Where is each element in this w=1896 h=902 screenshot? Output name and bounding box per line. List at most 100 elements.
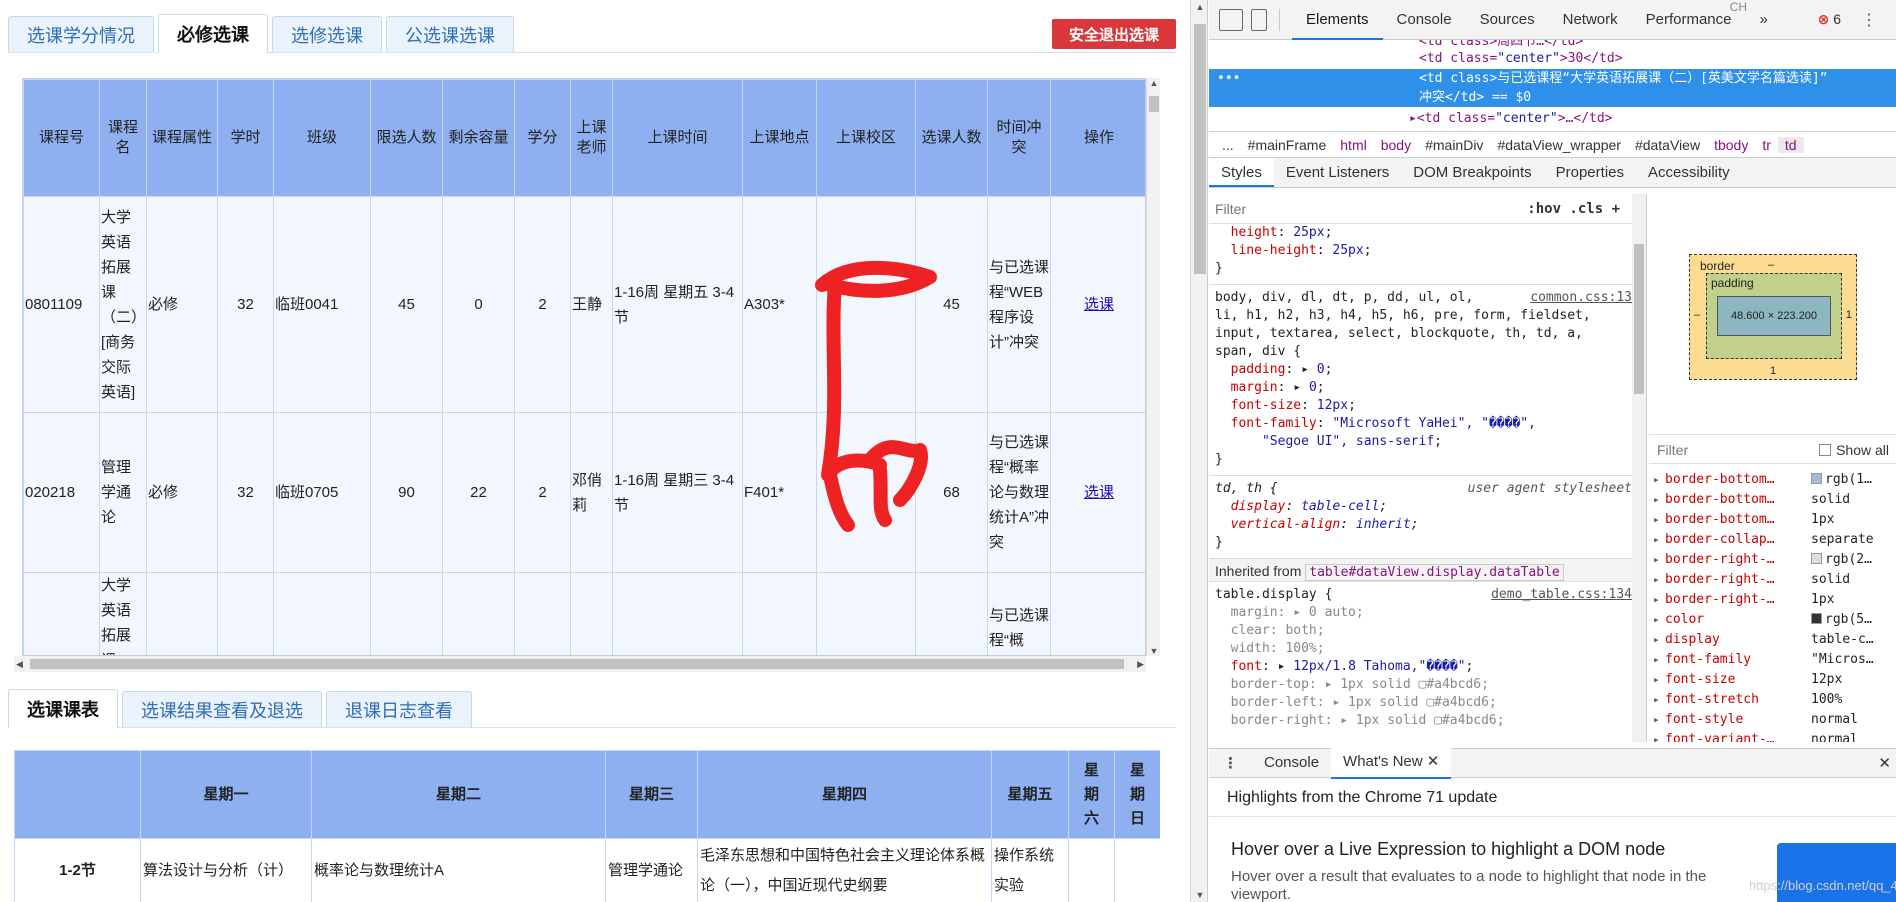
close-drawer-icon[interactable]: ✕ [1878, 754, 1891, 772]
tab-dom-breakpoints[interactable]: DOM Breakpoints [1401, 158, 1543, 187]
content-box[interactable]: 48.600 × 223.200 [1717, 296, 1831, 336]
color-swatch-icon[interactable] [1811, 473, 1822, 484]
tab-event-listeners[interactable]: Event Listeners [1274, 158, 1401, 187]
color-swatch-icon[interactable] [1811, 553, 1822, 564]
computed-property-row[interactable]: border-right-… rgb(2… [1649, 550, 1896, 570]
th-remaining[interactable]: 剩余容量 [442, 79, 515, 197]
breadcrumb-item[interactable]: #dataView_wrapper [1490, 137, 1628, 153]
breadcrumb-item[interactable]: #mainDiv [1418, 137, 1490, 153]
computed-property-row[interactable]: font-variant-… normal [1649, 730, 1896, 742]
hov-cls-buttons[interactable]: :hov .cls + [1527, 201, 1620, 217]
drawer-tab-whats-new[interactable]: What's New ✕ [1331, 747, 1452, 779]
select-course-link[interactable]: 选课 [1084, 484, 1114, 501]
th-limit[interactable]: 限选人数 [370, 79, 443, 197]
computed-property-row[interactable]: font-family "Micros… [1649, 650, 1896, 670]
tab-network[interactable]: Network [1549, 0, 1632, 40]
th-conflict[interactable]: 时间冲突 [987, 79, 1051, 197]
tab-accessibility[interactable]: Accessibility [1636, 158, 1742, 187]
breadcrumb-item[interactable]: tbody [1707, 137, 1755, 153]
scroll-up-arrow-icon[interactable]: ▲ [1147, 78, 1161, 88]
tab-public-courses[interactable]: 公选课选课 [386, 16, 514, 52]
computed-property-row[interactable]: font-style normal [1649, 710, 1896, 730]
tab-required-courses[interactable]: 必修选课 [158, 14, 268, 53]
devtools-menu-icon[interactable]: ⋮ [1861, 10, 1877, 30]
computed-property-row[interactable]: border-collap… separate [1649, 530, 1896, 550]
styles-filter-input[interactable]: Filter :hov .cls + [1209, 194, 1646, 224]
table-vertical-scrollbar[interactable]: ▲ ▼ [1146, 78, 1160, 656]
drawer-menu-icon[interactable]: ⋮ [1209, 754, 1252, 772]
th-course-no[interactable]: 课程号 [23, 79, 100, 197]
computed-property-row[interactable]: border-bottom… rgb(1… [1649, 470, 1896, 490]
scroll-thumb[interactable] [1149, 96, 1159, 112]
close-icon[interactable]: ✕ [1427, 753, 1440, 770]
dom-node-line[interactable]: <td class="center">30</td> [1209, 49, 1896, 68]
th-course-name[interactable]: 课程名 [99, 79, 147, 197]
breadcrumb-item[interactable]: body [1374, 137, 1418, 153]
computed-filter-input[interactable]: Filter Show all [1649, 434, 1896, 464]
computed-property-row[interactable]: border-bottom… solid [1649, 490, 1896, 510]
show-all-checkbox[interactable]: Show all [1819, 435, 1889, 465]
inspect-element-icon[interactable] [1219, 8, 1243, 31]
breadcrumb-item[interactable]: #dataView [1628, 137, 1707, 153]
th-action[interactable]: 操作 [1050, 79, 1145, 197]
th-time[interactable]: 上课时间 [612, 79, 743, 197]
inherited-selector[interactable]: table#dataView.display.dataTable [1305, 564, 1564, 581]
scroll-thumb[interactable] [1194, 24, 1206, 274]
th-enrolled[interactable]: 选课人数 [915, 79, 988, 197]
selected-dom-node[interactable]: ••• <td class>与已选课程“大学英语拓展课（二）[英美文学名篇选读]… [1209, 69, 1896, 107]
th-place[interactable]: 上课地点 [742, 79, 817, 197]
breadcrumb-item[interactable]: html [1333, 137, 1373, 153]
breadcrumb-item[interactable]: td [1777, 136, 1804, 153]
computed-property-row[interactable]: border-right-… solid [1649, 570, 1896, 590]
tab-properties[interactable]: Properties [1544, 158, 1636, 187]
node-menu-dots[interactable]: ••• [1217, 69, 1240, 88]
th-hours[interactable]: 学时 [217, 79, 274, 197]
color-swatch-icon[interactable] [1811, 613, 1822, 624]
scroll-thumb[interactable] [1634, 244, 1644, 394]
stylesheet-link[interactable]: common.css:13 [1530, 289, 1646, 307]
scroll-down-arrow-icon[interactable]: ▼ [1147, 646, 1161, 656]
page-vertical-scrollbar[interactable]: ▲ ▼ [1190, 0, 1208, 902]
th-credit[interactable]: 学分 [514, 79, 571, 197]
stylesheet-link[interactable]: demo_table.css:134 [1491, 586, 1646, 604]
styles-scrollbar[interactable] [1632, 194, 1646, 742]
breadcrumb-item[interactable]: tr [1755, 137, 1778, 153]
tab-results-and-drop[interactable]: 选课结果查看及退选 [122, 691, 322, 727]
device-toolbar-icon[interactable] [1251, 8, 1267, 31]
computed-property-row[interactable]: font-stretch 100% [1649, 690, 1896, 710]
tab-sources[interactable]: Sources [1466, 0, 1549, 40]
drawer-tab-console[interactable]: Console [1252, 748, 1331, 778]
tab-styles[interactable]: Styles [1209, 158, 1274, 187]
tab-elements[interactable]: Elements [1292, 0, 1383, 40]
error-counter[interactable]: ⊗ 6 [1818, 11, 1841, 28]
scroll-down-arrow-icon[interactable]: ▼ [1191, 890, 1209, 900]
computed-property-row[interactable]: border-right-… 1px [1649, 590, 1896, 610]
tab-elective-courses[interactable]: 选修选课 [272, 16, 382, 52]
scroll-thumb[interactable] [30, 659, 1124, 669]
tab-performance[interactable]: Performance [1632, 0, 1746, 40]
box-value: – [1694, 309, 1701, 321]
tab-console[interactable]: Console [1383, 0, 1466, 40]
computed-property-row[interactable]: border-bottom… 1px [1649, 510, 1896, 530]
breadcrumb-item[interactable]: ... [1215, 137, 1241, 153]
select-course-link[interactable]: 选课 [1084, 296, 1114, 313]
th-course-type[interactable]: 课程属性 [146, 79, 218, 197]
th-campus[interactable]: 上课校区 [816, 79, 916, 197]
more-tabs-button[interactable]: » [1746, 0, 1782, 40]
scroll-right-arrow-icon[interactable]: ▶ [1137, 656, 1144, 672]
tab-drop-log[interactable]: 退课日志查看 [326, 691, 472, 727]
th-teacher[interactable]: 上课老师 [570, 79, 613, 197]
tab-credit-status[interactable]: 选课学分情况 [8, 16, 154, 52]
computed-property-row[interactable]: display table-c… [1649, 630, 1896, 650]
th-class[interactable]: 班级 [273, 79, 371, 197]
computed-property-row[interactable]: color rgb(5… [1649, 610, 1896, 630]
breadcrumb-item[interactable]: #mainFrame [1241, 137, 1334, 153]
computed-property-row[interactable]: font-size 12px [1649, 670, 1896, 690]
scroll-up-arrow-icon[interactable]: ▲ [1191, 2, 1209, 12]
tab-schedule[interactable]: 选课课表 [8, 689, 118, 728]
th-friday: 星期五 [991, 750, 1069, 839]
table-horizontal-scrollbar[interactable]: ◀ ▶ [14, 656, 1146, 672]
dom-node-line[interactable]: ▸<td class="center">…</td> [1209, 109, 1896, 128]
logout-button[interactable]: 安全退出选课 [1052, 19, 1176, 49]
scroll-left-arrow-icon[interactable]: ◀ [16, 656, 23, 672]
